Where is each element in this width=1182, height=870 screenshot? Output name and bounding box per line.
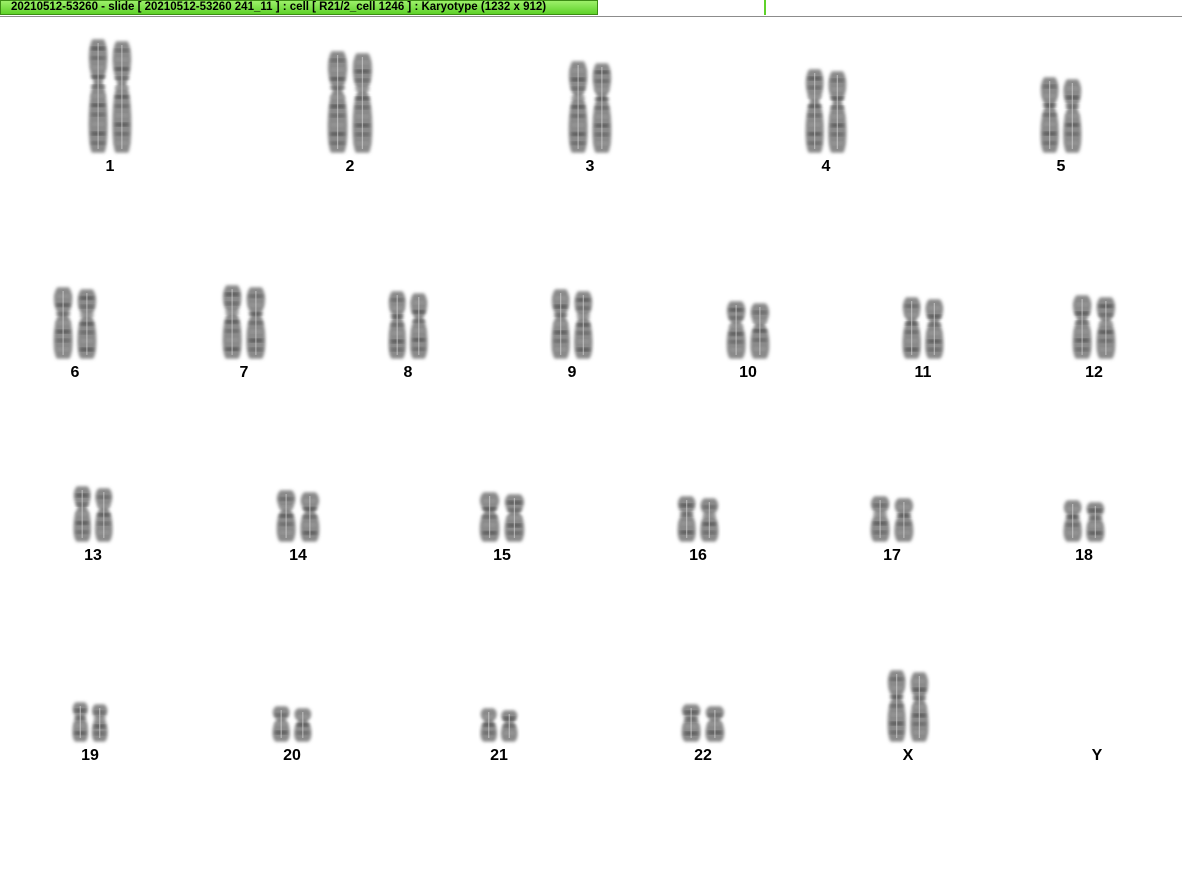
chromosome-label: Y [1091,747,1103,764]
chromosome-homolog-b [910,672,929,742]
chromosome-pair-image [887,670,929,742]
chromosome-homolog-a [887,670,906,742]
chromosome-label: X [902,747,914,764]
